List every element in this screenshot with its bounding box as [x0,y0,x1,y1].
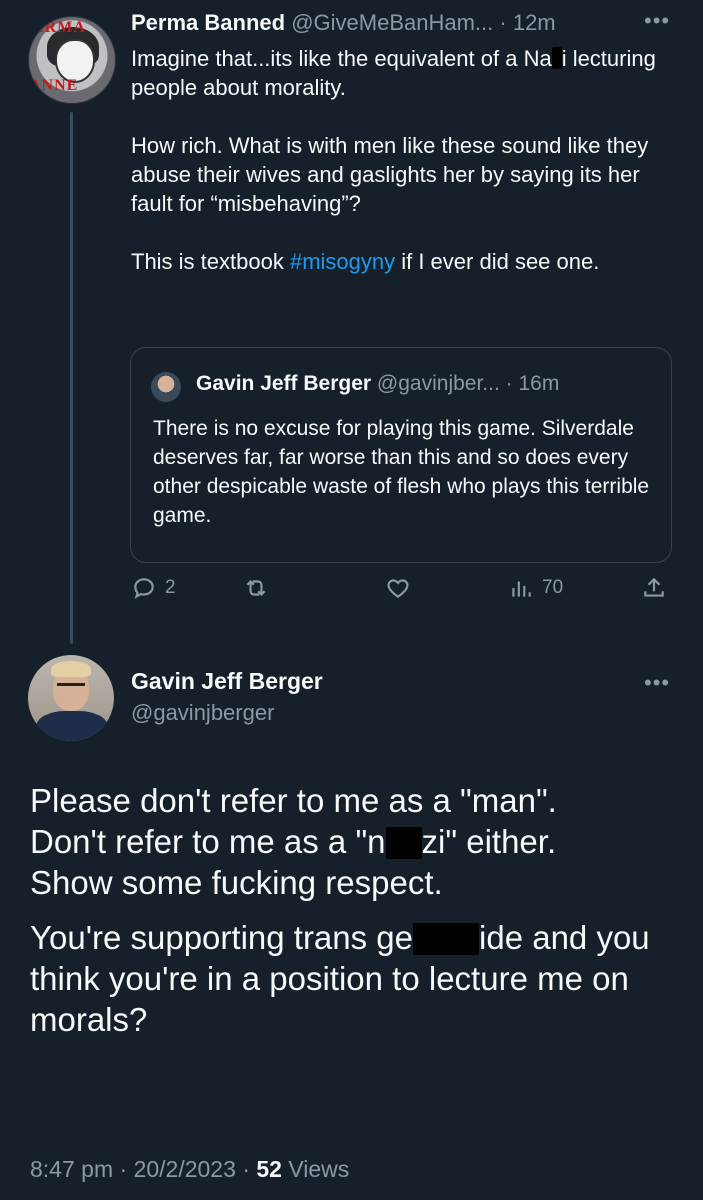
parent-text-paragraph-3: This is textbook #misogyny if I ever did… [131,247,671,276]
parent-tweet-text: Imagine that...its like the equivalent o… [131,44,671,305]
share-icon [644,577,664,597]
main-text-line-1: Please don't refer to me as a "man". [30,782,557,819]
tweet-date[interactable]: 20/2/2023 [134,1156,236,1182]
main-avatar[interactable] [28,655,114,741]
tweet-metadata: 8:47 pm · 20/2/2023 · 52 Views [30,1156,349,1183]
avatar-glasses [57,683,85,692]
retweet-icon [246,579,266,597]
quoted-tweet-header: Gavin Jeff Berger @gavinjber... · 16m [196,372,559,396]
views-label: Views [288,1156,350,1182]
parent-display-name[interactable]: Perma Banned [131,10,285,35]
main-text-paragraph-2: You're supporting trans ge ide and you th… [30,917,680,1040]
quoted-handle: @gavinjber... [376,372,500,395]
parent-more-icon[interactable]: ••• [644,8,670,34]
views-button[interactable]: 70 [508,575,563,601]
meta-separator: · [242,1156,250,1182]
main-tweet-text: Please don't refer to me as a "man". Don… [30,780,680,1054]
parent-time[interactable]: 12m [513,10,556,35]
main-text-line-2-before: Don't refer to me as a "n [30,823,386,860]
main-display-name[interactable]: Gavin Jeff Berger [131,668,323,695]
parent-text-paragraph-1: Imagine that...its like the equivalent o… [131,44,671,102]
tweet-action-bar: 2 70 [131,575,676,615]
quoted-separator: · [505,372,513,395]
redaction-box [413,923,480,955]
avatar-hair [51,661,91,677]
retweet-button[interactable] [243,575,277,601]
parent-tweet-header: Perma Banned @GiveMeBanHam... · 12m [131,10,661,36]
avatar-body [36,711,108,741]
main-handle[interactable]: @gavinjberger [131,700,274,726]
thread-connector-line [70,112,73,644]
main-text-paragraph-1: Please don't refer to me as a "man". Don… [30,780,680,903]
views-count: 70 [542,577,564,598]
quoted-tweet-card[interactable]: Gavin Jeff Berger @gavinjber... · 16m Th… [130,347,672,563]
heart-icon [387,579,409,598]
parent-handle[interactable]: @GiveMeBanHam... [291,10,493,35]
parent-text-p3-before: This is textbook [131,249,290,274]
tweet-time[interactable]: 8:47 pm [30,1156,113,1182]
parent-text-paragraph-2: How rich. What is with men like these so… [131,133,649,216]
main-text-p2-before: You're supporting trans ge [30,919,414,956]
avatar-banner-top: ERMA [33,19,86,36]
quoted-display-name: Gavin Jeff Berger [196,372,372,395]
quoted-time: 16m [518,372,560,395]
parent-separator: · [499,10,507,35]
views-count-main: 52 [256,1156,282,1182]
reply-count: 2 [165,577,176,598]
hashtag-link[interactable]: #misogyny [290,249,395,274]
like-button[interactable] [385,575,419,601]
main-text-line-2-after: zi" either. [421,823,557,860]
meta-separator: · [119,1156,128,1182]
parent-text-p1-before: Imagine that...its like the equivalent o… [131,46,552,71]
quoted-tweet-text: There is no excuse for playing this game… [153,417,650,527]
redaction-box [385,827,422,859]
avatar-banner-bottom: ANNE [29,77,79,94]
parent-avatar[interactable]: ERMA ANNE [28,16,116,104]
main-text-line-3: Show some fucking respect. [30,864,443,901]
main-more-icon[interactable]: ••• [644,670,670,696]
share-button[interactable] [641,575,667,601]
parent-text-p3-after: if I ever did see one. [395,249,600,274]
reply-button[interactable]: 2 [131,575,176,601]
reply-icon [134,578,154,599]
views-bar-chart-icon [512,581,531,597]
quoted-avatar [151,372,181,402]
redaction-box [551,47,562,69]
